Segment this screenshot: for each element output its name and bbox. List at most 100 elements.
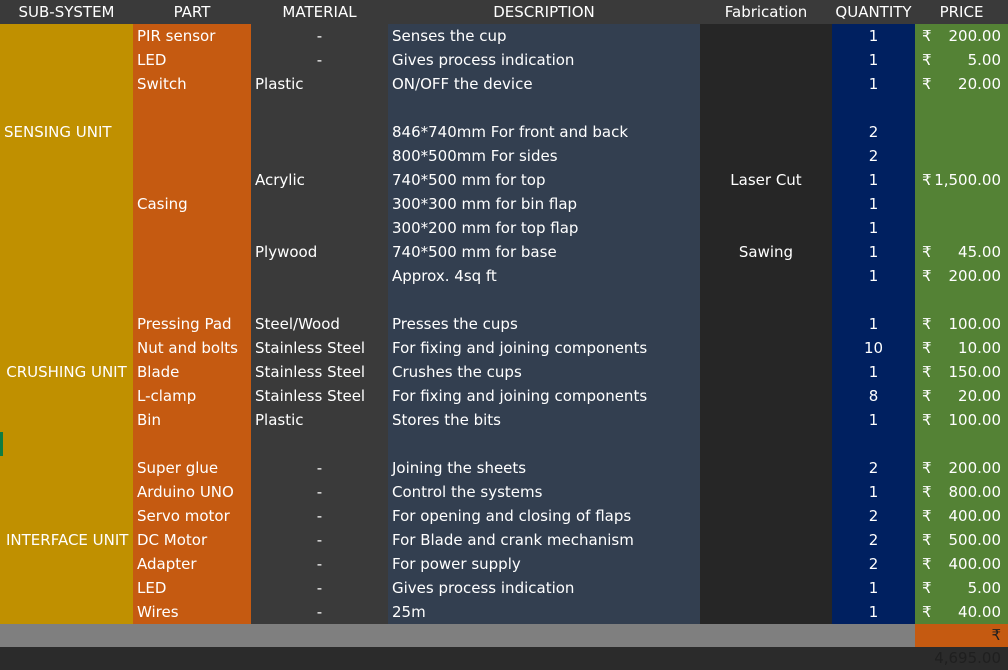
material-cell[interactable]: -	[251, 456, 388, 480]
material-cell[interactable]: Stainless Steel	[255, 336, 365, 360]
price-cell[interactable]: 200.00	[930, 456, 1002, 480]
quantity-cell[interactable]: 1	[832, 480, 915, 504]
description-cell[interactable]: 300*300 mm for bin flap	[392, 192, 577, 216]
material-cell[interactable]: -	[251, 480, 388, 504]
material-cell[interactable]: Plywood	[255, 240, 317, 264]
description-cell[interactable]: Approx. 4sq ft	[392, 264, 497, 288]
price-cell[interactable]: 40.00	[930, 600, 1001, 624]
description-cell[interactable]: Presses the cups	[392, 312, 518, 336]
description-cell[interactable]: 846*740mm For front and back	[392, 120, 628, 144]
quantity-cell[interactable]: 10	[832, 336, 915, 360]
quantity-cell[interactable]: 1	[832, 72, 915, 96]
part-cell[interactable]: Super glue	[137, 456, 218, 480]
quantity-cell[interactable]: 2	[832, 552, 915, 576]
part-cell[interactable]: Arduino UNO	[137, 480, 234, 504]
description-cell[interactable]: 300*200 mm for top flap	[392, 216, 578, 240]
description-cell[interactable]: Crushes the cups	[392, 360, 522, 384]
part-casing[interactable]: Casing	[137, 192, 188, 216]
description-cell[interactable]: Control the systems	[392, 480, 542, 504]
header-subsystem[interactable]: SUB-SYSTEM	[0, 0, 133, 24]
description-cell[interactable]: ON/OFF the device	[392, 72, 533, 96]
material-cell[interactable]: -	[251, 48, 388, 72]
price-cell[interactable]: 150.00	[930, 360, 1002, 384]
description-cell[interactable]: Senses the cup	[392, 24, 507, 48]
price-cell[interactable]: 45.00	[930, 240, 1001, 264]
subsystem-interface[interactable]: INTERFACE UNIT	[6, 528, 128, 552]
price-cell[interactable]: 100.00	[930, 408, 1002, 432]
quantity-cell[interactable]: 2	[832, 456, 915, 480]
quantity-cell[interactable]: 1	[832, 312, 915, 336]
quantity-cell[interactable]: 1	[832, 600, 915, 624]
header-price[interactable]: PRICE	[915, 0, 1008, 24]
part-cell[interactable]: DC Motor	[137, 528, 207, 552]
quantity-cell[interactable]: 1	[832, 360, 915, 384]
price-cell[interactable]: 100.00	[930, 312, 1002, 336]
material-cell[interactable]: -	[251, 504, 388, 528]
quantity-cell[interactable]: 2	[832, 504, 915, 528]
material-cell[interactable]: -	[251, 24, 388, 48]
description-cell[interactable]: Joining the sheets	[392, 456, 526, 480]
fabrication-laser-cut[interactable]: Laser Cut	[700, 168, 832, 192]
part-cell[interactable]: Blade	[137, 360, 179, 384]
description-cell[interactable]: For opening and closing of flaps	[392, 504, 631, 528]
quantity-cell[interactable]: 1	[832, 168, 915, 192]
price-cell[interactable]: 200.00	[930, 264, 1002, 288]
quantity-cell[interactable]: 1	[832, 216, 915, 240]
description-cell[interactable]: Gives process indication	[392, 576, 574, 600]
quantity-cell[interactable]: 1	[832, 408, 915, 432]
description-cell[interactable]: Gives process indication	[392, 48, 574, 72]
price-cell[interactable]: 20.00	[930, 72, 1001, 96]
price-cell[interactable]: 400.00	[930, 552, 1002, 576]
description-cell[interactable]: For fixing and joining components	[392, 336, 647, 360]
quantity-cell[interactable]: 1	[832, 48, 915, 72]
part-cell[interactable]: Servo motor	[137, 504, 230, 528]
part-cell[interactable]: Pressing Pad	[137, 312, 232, 336]
quantity-cell[interactable]: 2	[832, 120, 915, 144]
price-cell[interactable]: 400.00	[930, 504, 1002, 528]
description-cell[interactable]: For fixing and joining components	[392, 384, 647, 408]
price-acrylic[interactable]: 1,500.00	[930, 168, 1001, 192]
material-cell[interactable]: -	[251, 576, 388, 600]
description-cell[interactable]: For power supply	[392, 552, 521, 576]
description-cell[interactable]: 740*500 mm for base	[392, 240, 557, 264]
quantity-cell[interactable]: 1	[832, 240, 915, 264]
header-material[interactable]: MATERIAL	[251, 0, 388, 24]
material-cell[interactable]: Stainless Steel	[255, 360, 365, 384]
quantity-cell[interactable]: 2	[832, 144, 915, 168]
part-cell[interactable]: PIR sensor	[137, 24, 215, 48]
material-cell[interactable]: -	[251, 528, 388, 552]
description-cell[interactable]: 800*500mm For sides	[392, 144, 558, 168]
material-cell[interactable]: Stainless Steel	[255, 384, 365, 408]
price-cell[interactable]: 5.00	[930, 576, 1001, 600]
subsystem-crushing[interactable]: CRUSHING UNIT	[0, 360, 133, 384]
price-cell[interactable]: 10.00	[930, 336, 1001, 360]
material-cell[interactable]: -	[251, 600, 388, 624]
part-cell[interactable]: Wires	[137, 600, 179, 624]
price-cell[interactable]: 500.00	[930, 528, 1002, 552]
material-cell[interactable]: Plastic	[255, 72, 304, 96]
header-fabrication[interactable]: Fabrication	[700, 0, 832, 24]
header-quantity[interactable]: QUANTITY	[832, 0, 915, 24]
quantity-cell[interactable]: 2	[832, 528, 915, 552]
description-cell[interactable]: 25m	[392, 600, 426, 624]
description-cell[interactable]: Stores the bits	[392, 408, 501, 432]
part-cell[interactable]: Nut and bolts	[137, 336, 238, 360]
quantity-cell[interactable]: 1	[832, 192, 915, 216]
fabrication-cell[interactable]: Sawing	[700, 240, 832, 264]
price-cell[interactable]: 5.00	[930, 48, 1001, 72]
description-cell[interactable]: 740*500 mm for top	[392, 168, 546, 192]
material-cell[interactable]: Plastic	[255, 408, 304, 432]
header-part[interactable]: PART	[133, 0, 251, 24]
price-cell[interactable]: 800.00	[930, 480, 1002, 504]
price-cell[interactable]: 200.00	[930, 24, 1002, 48]
part-cell[interactable]: Bin	[137, 408, 161, 432]
quantity-cell[interactable]: 8	[832, 384, 915, 408]
quantity-cell[interactable]: 1	[832, 264, 915, 288]
part-cell[interactable]: Adapter	[137, 552, 197, 576]
part-cell[interactable]: LED	[137, 48, 166, 72]
part-cell[interactable]: Switch	[137, 72, 187, 96]
subsystem-sensing[interactable]: SENSING UNIT	[4, 120, 112, 144]
material-acrylic[interactable]: Acrylic	[255, 168, 305, 192]
quantity-cell[interactable]: 1	[832, 576, 915, 600]
quantity-cell[interactable]: 1	[832, 24, 915, 48]
